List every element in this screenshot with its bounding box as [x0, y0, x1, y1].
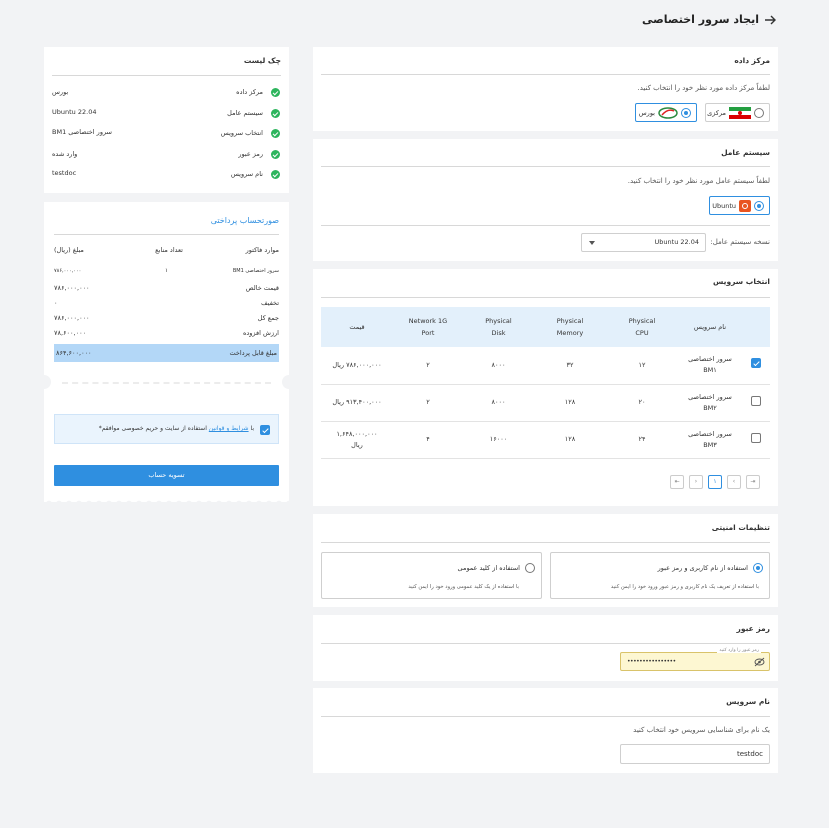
last-page-button[interactable]: ⇤ [670, 475, 684, 489]
eye-off-icon[interactable] [754, 657, 765, 667]
page-1-button[interactable]: ۱ [708, 475, 722, 489]
invoice-total-label: مبلغ قابل پرداخت [229, 349, 277, 357]
back-arrow-icon[interactable] [764, 14, 776, 26]
radio-password[interactable] [753, 563, 763, 573]
check-circle-icon [271, 109, 280, 118]
table-row[interactable]: سرور اختصاصی BM۱ ۱۲ ۳۲ ۸۰۰۰ ۲ ۷۸۶,۰۰۰,۰۰۰… [321, 347, 770, 385]
service-name-title: نام سرویس [726, 697, 770, 706]
service-name-value: testdoc [736, 750, 763, 758]
invoice-col-amount: مبلغ (ریال) [54, 246, 84, 254]
security-option-desc: با استفاده از تعریف یک نام کاربری و رمز … [610, 584, 759, 590]
os-option-ubuntu[interactable]: Ubuntu [709, 196, 770, 215]
invoice-title: صورتحساب پرداختی [210, 216, 279, 225]
terms-text: با شرایط و قوانین استفاده از سایت و حریم… [98, 425, 254, 432]
invoice-col-items: موارد فاکتور [245, 246, 279, 254]
invoice-card: صورتحساب پرداختی موارد فاکتور تعداد مناب… [37, 202, 296, 504]
checklist-title: چک لیست [243, 56, 281, 65]
row-checkbox[interactable] [751, 432, 761, 443]
row-checkbox[interactable] [751, 358, 761, 369]
service-name-prompt: یک نام برای شناسایی سرویس خود انتخاب کنی… [633, 726, 770, 734]
first-page-button[interactable]: ⇥ [746, 475, 760, 489]
check-circle-icon [271, 88, 280, 97]
col-disk: Physical Disk [463, 307, 534, 347]
checklist-card: چک لیست مرکز داده بورس سیستم عامل Ubuntu… [44, 47, 289, 193]
ubuntu-icon [739, 200, 751, 212]
iran-flag-icon [729, 107, 751, 119]
invoice-total-value: ۸۶۴,۶۰۰,۰۰۰ [56, 349, 92, 357]
service-name-input[interactable]: testdoc [620, 744, 770, 764]
terms-box: با شرایط و قوانین استفاده از سایت و حریم… [54, 414, 279, 444]
security-option-publickey[interactable]: استفاده از کلید عمومی با استفاده از یک ک… [321, 552, 542, 599]
security-option-password[interactable]: استفاده از نام کاربری و رمز عبور با استف… [550, 552, 770, 599]
col-port: Network 1G Port [393, 307, 463, 347]
col-memory: Physical Memory [534, 307, 606, 347]
invoice-line-count: ۱ [165, 268, 168, 274]
password-title: رمز عبور [736, 624, 770, 633]
radio-bours[interactable] [681, 108, 691, 118]
security-option-title: استفاده از نام کاربری و رمز عبور [657, 564, 748, 572]
datacenter-card: مرکز داده لطفاً مرکز داده مورد نظر خود ر… [313, 47, 778, 131]
password-field-label: رمز عبور را وارد کنید [717, 648, 761, 653]
terms-link[interactable]: شرایط و قوانین [209, 425, 249, 432]
prev-page-button[interactable]: › [727, 475, 741, 489]
pay-button[interactable]: تسویه حساب [54, 465, 279, 486]
security-title: تنظیمات امنیتی [711, 523, 770, 532]
invoice-line-amount: ۷۸۶,۰۰۰,۰۰۰ [54, 268, 82, 274]
os-version-select[interactable]: Ubuntu 22.04 [581, 233, 706, 252]
password-input[interactable]: رمز عبور را وارد کنید •••••••••••••••• [620, 648, 770, 671]
row-checkbox[interactable] [751, 395, 761, 406]
password-value: •••••••••••••••• [627, 658, 676, 665]
os-version-label: نسخه سیستم عامل: [710, 238, 770, 246]
os-option-label: Ubuntu [712, 202, 736, 210]
next-page-button[interactable]: ‹ [689, 475, 703, 489]
os-version-value: Ubuntu 22.04 [654, 238, 699, 246]
radio-publickey[interactable] [525, 563, 535, 573]
service-name-card: نام سرویس یک نام برای شناسایی سرویس خود … [313, 688, 778, 773]
os-title: سیستم عامل [721, 148, 770, 157]
os-prompt: لطفاً سیستم عامل مورد نظر خود را انتخاب … [627, 177, 770, 185]
col-name: نام سرویس [678, 307, 742, 347]
security-option-desc: با استفاده از یک کلید عمومی ورود خود را … [408, 584, 519, 590]
datacenter-option-markazi[interactable]: مرکزی [705, 103, 770, 122]
service-table: نام سرویس Physical CPU Physical Memory Phy… [321, 307, 770, 459]
datacenter-prompt: لطفاً مرکز داده مورد نظر خود را انتخاب ک… [637, 84, 770, 92]
check-circle-icon [271, 170, 280, 179]
chevron-down-icon [589, 241, 595, 245]
terms-checkbox[interactable] [260, 425, 270, 435]
col-price: قیمت [321, 307, 393, 347]
table-row[interactable]: سرور اختصاصی BM۳ ۲۴ ۱۲۸ ۱۶۰۰۰ ۴ ۱,۶۴۸,۰۰۰… [321, 421, 770, 459]
page-title: ایجاد سرور اختصاصی [641, 13, 759, 26]
invoice-total-row: مبلغ قابل پرداخت ۸۶۴,۶۰۰,۰۰۰ [54, 344, 279, 362]
security-option-title: استفاده از کلید عمومی [457, 564, 520, 572]
security-card: تنظیمات امنیتی استفاده از نام کاربری و ر… [313, 514, 778, 607]
table-header-row: نام سرویس Physical CPU Physical Memory Phy… [321, 307, 770, 347]
radio-markazi[interactable] [754, 108, 764, 118]
service-card: انتخاب سرویس نام سرویس Physical CPU Physi… [313, 269, 778, 506]
bours-logo-icon [658, 106, 678, 120]
os-card: سیستم عامل لطفاً سیستم عامل مورد نظر خود… [313, 139, 778, 261]
datacenter-title: مرکز داده [734, 56, 770, 65]
invoice-col-count: تعداد منابع [155, 246, 183, 254]
radio-ubuntu[interactable] [754, 201, 764, 211]
check-circle-icon [271, 150, 280, 159]
table-row[interactable]: سرور اختصاصی BM۲ ۲۰ ۱۲۸ ۸۰۰۰ ۲ ۹۱۳,۴۰۰,۰۰… [321, 384, 770, 422]
service-title: انتخاب سرویس [713, 277, 770, 286]
datacenter-option-label: مرکزی [707, 109, 726, 117]
col-cpu: Physical CPU [606, 307, 678, 347]
check-circle-icon [271, 129, 280, 138]
invoice-line-item: سرور اختصاصی BM1 [232, 268, 279, 274]
datacenter-option-bours[interactable]: بورس [635, 103, 697, 122]
datacenter-option-label: بورس [638, 109, 655, 117]
password-card: رمز عبور رمز عبور را وارد کنید •••••••••… [313, 615, 778, 681]
